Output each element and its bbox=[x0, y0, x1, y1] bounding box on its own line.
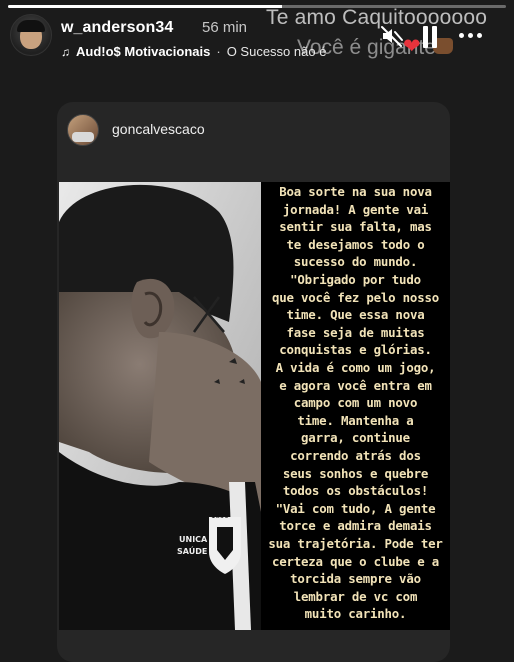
caption-line: torcida sempre vão bbox=[290, 571, 421, 587]
caption-line: sentir sua falta, mas bbox=[279, 219, 432, 235]
caption-line: A vida é como um jogo, bbox=[275, 360, 436, 375]
avatar-cap bbox=[17, 20, 45, 32]
story-overlay-text-line1: Te amo Caquitooooooo bbox=[266, 6, 488, 29]
caption-line: que você fez pelo nosso bbox=[272, 289, 439, 305]
profile-avatar[interactable] bbox=[10, 14, 52, 56]
caption-line: torce e admira demais bbox=[279, 518, 432, 534]
caption-line: sucesso do mundo. bbox=[293, 254, 418, 270]
speaker-muted-icon[interactable] bbox=[380, 24, 404, 48]
caption-line: te desejamos todo o bbox=[286, 236, 425, 252]
caption-text-panel: Boa sorte na sua nova jornada! A gente va… bbox=[261, 182, 450, 630]
repost-username[interactable]: goncalvescaco bbox=[112, 121, 205, 137]
caption-line: todos os obstáculos! bbox=[282, 483, 429, 499]
music-artist: Aud!o$ Motivacionais bbox=[76, 44, 211, 59]
caption-line: campo com um novo bbox=[293, 395, 418, 411]
caption-line: garra, continue bbox=[301, 430, 410, 446]
jersey-sponsor-2: SAÚDE bbox=[177, 545, 207, 556]
caption-line: jornada! A gente vai bbox=[282, 201, 429, 217]
caption-line: sua trajetória. Pode ter bbox=[268, 536, 443, 551]
caption-line: "Obrigado por tudo bbox=[290, 272, 421, 287]
music-separator: · bbox=[216, 44, 221, 59]
jersey-sponsor-1: UNICA bbox=[179, 535, 208, 544]
caption-line: time. Mantenha a bbox=[297, 412, 414, 428]
caption-line: muito carinho. bbox=[304, 606, 407, 622]
caption-line: seus sonhos e quebre bbox=[282, 465, 429, 481]
repost-avatar[interactable] bbox=[67, 114, 99, 146]
heart-emoji-icon: ❤ bbox=[403, 35, 421, 58]
player-photo: 1899 UNICA SAÚDE bbox=[59, 182, 261, 630]
pause-icon[interactable] bbox=[421, 26, 439, 48]
caption-line: fase seja de muitas bbox=[286, 324, 425, 340]
caption-line: correndo atrás dos bbox=[290, 448, 421, 463]
caption-line: conquistas e glórias. bbox=[279, 342, 432, 358]
story-time: 56 min bbox=[202, 19, 248, 36]
story-username[interactable]: w_anderson34 bbox=[61, 19, 173, 37]
caption-line: certeza que o clube e a bbox=[272, 553, 439, 569]
more-options-icon[interactable] bbox=[459, 33, 482, 38]
music-note-icon: ♫ bbox=[61, 44, 70, 59]
caption-line: "Vai com tudo, A gente bbox=[275, 500, 436, 516]
caption-line: e agora você entra em bbox=[279, 377, 432, 393]
jersey-badge-text: 1899 bbox=[211, 512, 229, 520]
story-progress-fill bbox=[8, 5, 282, 8]
caption-line: lembrar de vc com bbox=[293, 588, 418, 604]
story-music-attribution[interactable]: ♫ Aud!o$ Motivacionais · O Sucesso não é bbox=[61, 44, 326, 59]
reposted-story-card[interactable]: goncalvescaco 1899 UNICA SAÚDE Boa sorte… bbox=[57, 102, 450, 662]
caption-line: Boa sorte na sua nova bbox=[279, 184, 432, 199]
caption-line: time. Que essa nova bbox=[286, 307, 425, 323]
